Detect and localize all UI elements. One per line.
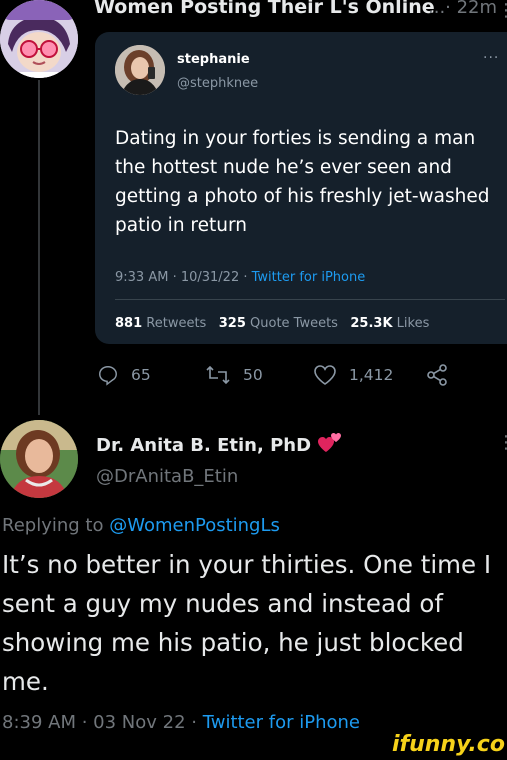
quotes-count[interactable]: 325: [219, 316, 246, 331]
likes-count[interactable]: 25.3K: [350, 316, 392, 331]
ifunny-watermark: ifunny.co: [392, 732, 505, 757]
more-icon[interactable]: ⋮: [497, 0, 507, 21]
replying-mention-link[interactable]: @WomenPostingLs: [109, 515, 280, 536]
reply-count: 65: [131, 366, 151, 384]
share-icon: [427, 364, 447, 386]
retweet-button[interactable]: 50: [205, 364, 263, 386]
retweets-label[interactable]: Retweets: [146, 316, 206, 331]
reply-avatar[interactable]: [0, 420, 78, 498]
quoted-handle[interactable]: @stephknee: [177, 76, 258, 91]
author-avatar[interactable]: [0, 0, 78, 78]
quoted-tweet-text: Dating in your forties is sending a man …: [115, 128, 490, 236]
two-hearts-icon: [318, 433, 342, 452]
quoted-source-link[interactable]: Twitter for iPhone: [252, 270, 366, 285]
quoted-tweet-meta: 9:33 AM · 10/31/22 · Twitter for iPhone: [115, 270, 365, 285]
quoted-stats: 881 Retweets 325 Quote Tweets 25.3K Like…: [115, 316, 429, 331]
quoted-more-icon[interactable]: ···: [483, 50, 499, 66]
cartoon-avatar-icon: [0, 0, 78, 78]
tweet-time[interactable]: ...· 22m: [428, 0, 497, 18]
reply-source-link[interactable]: Twitter for iPhone: [203, 712, 360, 733]
reply-more-icon[interactable]: ⋮: [497, 432, 507, 453]
profile-photo-icon: [0, 420, 78, 498]
replying-prefix: Replying to: [2, 515, 110, 536]
reply-tweet-meta: 8:39 AM · 03 Nov 22 · Twitter for iPhone: [2, 712, 360, 733]
reply-author-name[interactable]: Dr. Anita B. Etin, PhD: [96, 432, 343, 456]
author-name[interactable]: Women Posting Their L's Online: [94, 0, 435, 18]
thread-line: [38, 80, 40, 415]
quoted-name[interactable]: stephanie: [177, 52, 250, 67]
share-button[interactable]: [426, 364, 448, 386]
reply-handle[interactable]: @DrAnitaB_Etin: [96, 466, 238, 487]
replying-to: Replying to @WomenPostingLs: [2, 515, 280, 536]
retweets-count[interactable]: 881: [115, 316, 142, 331]
reply-button[interactable]: 65: [97, 364, 151, 386]
reply-time: 8:39 AM · 03 Nov 22 ·: [2, 712, 203, 733]
retweet-icon: [206, 365, 230, 385]
like-count: 1,412: [349, 366, 394, 384]
retweet-count: 50: [243, 366, 263, 384]
quotes-label[interactable]: Quote Tweets: [250, 316, 338, 331]
quoted-avatar[interactable]: [115, 45, 165, 95]
likes-label[interactable]: Likes: [397, 316, 430, 331]
reply-icon: [99, 366, 117, 386]
heart-icon: [314, 365, 336, 385]
reply-name: Dr. Anita B. Etin, PhD: [96, 435, 312, 456]
reply-tweet-text: It’s no better in your thirties. One tim…: [2, 550, 492, 696]
profile-photo-icon: [115, 45, 165, 95]
quoted-tweet-card[interactable]: stephanie @stephknee ··· Dating in your …: [95, 32, 507, 344]
quoted-time: 9:33 AM · 10/31/22 ·: [115, 270, 252, 285]
like-button[interactable]: 1,412: [313, 364, 393, 386]
divider: [115, 299, 505, 300]
